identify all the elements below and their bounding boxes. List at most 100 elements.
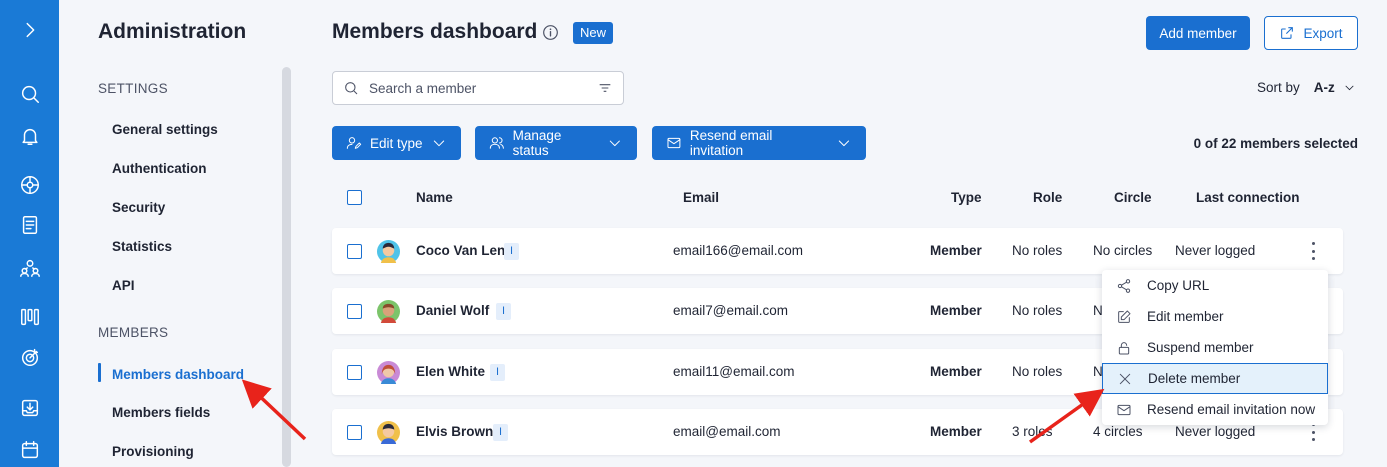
more-options-icon[interactable] xyxy=(1306,242,1320,260)
member-circle: No circles xyxy=(1093,243,1153,258)
column-name[interactable]: Name xyxy=(416,190,453,205)
edit-type-label: Edit type xyxy=(370,135,423,151)
columns-icon[interactable] xyxy=(0,302,59,332)
sort-control[interactable]: Sort by A-z xyxy=(1257,80,1356,95)
edit-icon xyxy=(1118,310,1131,323)
sort-label: Sort by xyxy=(1257,80,1300,95)
sidebar-scrollbar[interactable] xyxy=(282,67,291,467)
sidebar-title: Administration xyxy=(98,20,247,43)
bell-icon[interactable] xyxy=(0,121,59,151)
member-type: Member xyxy=(930,303,982,318)
menu-item-label: Edit member xyxy=(1147,309,1224,324)
sidebar-item-provisioning[interactable]: Provisioning xyxy=(112,444,194,459)
members-section-label: MEMBERS xyxy=(98,325,169,340)
member-type: Member xyxy=(930,364,982,379)
people-icon[interactable] xyxy=(0,253,59,283)
member-last-connection: Never logged xyxy=(1175,424,1256,439)
new-badge: New xyxy=(573,22,614,44)
member-type: Member xyxy=(930,243,982,258)
more-options-icon[interactable] xyxy=(1306,423,1320,441)
chevron-down-icon xyxy=(610,140,621,147)
table-row[interactable]: Coco Van Len I email166@email.com Member… xyxy=(332,228,1343,274)
menu-item-edit-member[interactable]: Edit member xyxy=(1102,301,1328,332)
sidebar-item-general-settings[interactable]: General settings xyxy=(112,122,218,137)
member-tag: I xyxy=(493,424,509,441)
search-icon xyxy=(345,82,358,95)
add-member-label: Add member xyxy=(1159,25,1237,41)
member-last-connection: Never logged xyxy=(1175,243,1256,258)
sort-value: A-z xyxy=(1313,80,1335,95)
member-role: 3 roles xyxy=(1012,424,1053,439)
search-box xyxy=(332,71,624,105)
menu-item-label: Copy URL xyxy=(1147,278,1210,293)
user-edit-icon xyxy=(346,137,362,149)
add-member-button[interactable]: Add member xyxy=(1146,16,1250,50)
menu-item-copy-url[interactable]: Copy URL xyxy=(1102,270,1328,301)
avatar xyxy=(377,300,400,323)
column-type[interactable]: Type xyxy=(951,190,982,205)
sidebar-item-members-dashboard[interactable]: Members dashboard xyxy=(112,367,244,382)
target-icon[interactable] xyxy=(0,342,59,372)
sidebar-item-statistics[interactable]: Statistics xyxy=(112,239,172,254)
member-tag: I xyxy=(496,303,512,320)
avatar xyxy=(377,240,400,263)
menu-item-label: Resend email invitation now xyxy=(1147,402,1316,417)
search-icon[interactable] xyxy=(0,79,59,109)
member-name[interactable]: Coco Van Len xyxy=(416,243,505,258)
manage-status-button[interactable]: Manage status xyxy=(475,126,637,160)
select-all-checkbox[interactable] xyxy=(347,190,362,205)
row-checkbox[interactable] xyxy=(347,365,362,380)
menu-item-resend-invitation[interactable]: Resend email invitation now xyxy=(1102,394,1328,425)
member-circle: 4 circles xyxy=(1093,424,1143,439)
column-last-connection[interactable]: Last connection xyxy=(1196,190,1300,205)
compass-icon[interactable] xyxy=(0,170,59,200)
share-icon xyxy=(1117,278,1131,293)
member-name[interactable]: Daniel Wolf xyxy=(416,303,489,318)
column-email[interactable]: Email xyxy=(683,190,719,205)
page-title: Members dashboard xyxy=(332,20,538,43)
sidebar-item-members-fields[interactable]: Members fields xyxy=(112,405,210,420)
menu-item-label: Suspend member xyxy=(1147,340,1254,355)
edit-type-button[interactable]: Edit type xyxy=(332,126,461,160)
sidebar-item-authentication[interactable]: Authentication xyxy=(112,161,207,176)
sidebar-item-security[interactable]: Security xyxy=(112,200,165,215)
member-tag: I xyxy=(490,364,506,381)
calendar-icon[interactable] xyxy=(0,435,59,465)
column-role[interactable]: Role xyxy=(1033,190,1062,205)
export-button[interactable]: Export xyxy=(1264,16,1358,50)
menu-item-delete-member[interactable]: Delete member xyxy=(1102,363,1328,394)
menu-item-label: Delete member xyxy=(1148,371,1241,386)
row-context-menu: Copy URL Edit member Suspend member Dele… xyxy=(1102,270,1328,425)
chevron-down-icon xyxy=(1345,85,1354,91)
row-checkbox[interactable] xyxy=(347,304,362,319)
member-email: email@email.com xyxy=(673,424,781,439)
search-input[interactable] xyxy=(369,80,589,96)
resend-invitation-label: Resend email invitation xyxy=(689,128,773,158)
member-type: Member xyxy=(930,424,982,439)
filter-icon[interactable] xyxy=(597,80,613,96)
member-name[interactable]: Elen White xyxy=(416,364,485,379)
active-indicator xyxy=(98,363,101,382)
member-name[interactable]: Elvis Brown xyxy=(416,424,493,439)
mail-icon xyxy=(667,137,681,149)
inbox-icon[interactable] xyxy=(0,393,59,423)
lock-icon xyxy=(1118,341,1130,354)
member-role: No roles xyxy=(1012,243,1063,258)
close-icon xyxy=(1119,373,1131,384)
resend-invitation-button[interactable]: Resend email invitation xyxy=(652,126,866,160)
member-email: email11@email.com xyxy=(673,364,795,379)
admin-sidebar: Administration SETTINGS General settings… xyxy=(59,0,296,467)
column-circle[interactable]: Circle xyxy=(1114,190,1152,205)
sidebar-item-api[interactable]: API xyxy=(112,278,135,293)
selected-count: 0 of 22 members selected xyxy=(1193,136,1358,151)
info-icon[interactable] xyxy=(542,24,559,41)
member-role: No roles xyxy=(1012,303,1063,318)
menu-item-suspend-member[interactable]: Suspend member xyxy=(1102,332,1328,363)
users-icon xyxy=(489,137,504,149)
document-icon[interactable] xyxy=(0,210,59,240)
external-link-icon xyxy=(1281,27,1294,39)
row-checkbox[interactable] xyxy=(347,244,362,259)
member-email: email166@email.com xyxy=(673,243,804,258)
row-checkbox[interactable] xyxy=(347,425,362,440)
chevron-right-icon[interactable] xyxy=(0,15,59,45)
